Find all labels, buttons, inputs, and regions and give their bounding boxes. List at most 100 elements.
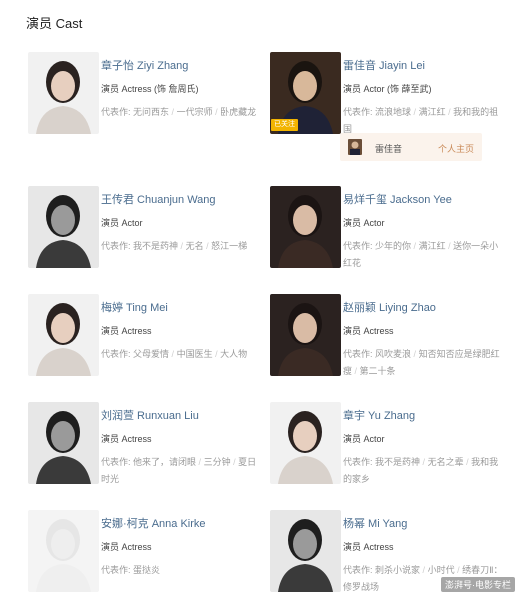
cast-works: 代表作: 风吹麦浪 / 知否知否应是绿肥红瘦 / 第二十条 bbox=[343, 346, 503, 380]
cast-photo[interactable] bbox=[28, 186, 99, 268]
work-link[interactable]: 满江红 bbox=[419, 241, 446, 251]
cast-role: 演员 Actress bbox=[101, 542, 152, 552]
work-link[interactable]: 大人物 bbox=[220, 349, 247, 359]
follow-badge: 已关注 bbox=[271, 119, 298, 131]
works-label: 代表作: bbox=[101, 107, 131, 117]
works-label: 代表作: bbox=[343, 349, 373, 359]
cast-card[interactable]: 章子怡 Ziyi Zhang 演员 Actress (饰 詹周氏) 代表作: 无问西… bbox=[28, 52, 278, 152]
works-separator: / bbox=[196, 457, 204, 467]
cast-role: 演员 Actress (饰 詹周氏) bbox=[101, 84, 199, 94]
work-link[interactable]: 刺杀小说家 bbox=[375, 565, 420, 575]
work-link[interactable]: 满江红 bbox=[419, 107, 446, 117]
works-separator: / bbox=[169, 107, 177, 117]
cast-name-link[interactable]: 安娜·柯克 Anna Kirke bbox=[101, 515, 261, 531]
cast-card[interactable]: 刘润萱 Runxuan Liu 演员 Actress 代表作: 他来了，请闭眼 / … bbox=[28, 402, 278, 502]
cast-role: 演员 Actress bbox=[101, 326, 152, 336]
work-link[interactable]: 中国医生 bbox=[177, 349, 213, 359]
works-separator: / bbox=[463, 457, 472, 467]
cast-card[interactable]: 梅婷 Ting Mei 演员 Actress 代表作: 父母爱情 / 中国医生 / … bbox=[28, 294, 278, 394]
cast-photo[interactable]: 已关注 bbox=[270, 52, 341, 134]
works-label: 代表作: bbox=[101, 565, 131, 575]
cast-name-link[interactable]: 易烊千玺 Jackson Yee bbox=[343, 191, 503, 207]
cast-photo[interactable] bbox=[270, 510, 341, 592]
work-link[interactable]: 蛋挞炎 bbox=[133, 565, 160, 575]
works-separator: / bbox=[169, 349, 177, 359]
works-label: 代表作: bbox=[101, 349, 131, 359]
cast-photo[interactable] bbox=[270, 186, 341, 268]
cast-name-link[interactable]: 章子怡 Ziyi Zhang bbox=[101, 57, 261, 73]
cast-card[interactable]: 易烊千玺 Jackson Yee 演员 Actor 代表作: 少年的你 / 满江红 … bbox=[270, 186, 520, 286]
cast-works: 代表作: 父母爱情 / 中国医生 / 大人物 bbox=[101, 346, 261, 363]
works-separator: / bbox=[420, 565, 428, 575]
cast-photo[interactable] bbox=[28, 510, 99, 592]
work-link[interactable]: 他来了，请闭眼 bbox=[133, 457, 196, 467]
cast-photo[interactable] bbox=[28, 402, 99, 484]
work-link[interactable]: 小时代 bbox=[428, 565, 455, 575]
related-name: 雷佳音 bbox=[375, 144, 403, 154]
works-separator: / bbox=[411, 107, 419, 117]
works-separator: / bbox=[352, 366, 360, 376]
work-link[interactable]: 三分钟 bbox=[204, 457, 231, 467]
works-label: 代表作: bbox=[101, 457, 131, 467]
work-link[interactable]: 少年的你 bbox=[375, 241, 411, 251]
cast-works: 代表作: 我不是药神 / 无名之辈 / 我和我的家乡 bbox=[343, 454, 503, 488]
work-link[interactable]: 流浪地球 bbox=[375, 107, 411, 117]
cast-role: 演员 Actor bbox=[343, 218, 385, 228]
cast-works: 代表作: 我不是药神 / 无名 / 怒江一梯 bbox=[101, 238, 261, 255]
works-separator: / bbox=[212, 107, 221, 117]
work-link[interactable]: 我不是药神 bbox=[133, 241, 178, 251]
work-link[interactable]: 第二十条 bbox=[360, 366, 396, 376]
cast-works: 代表作: 他来了，请闭眼 / 三分钟 / 夏日时光 bbox=[101, 454, 261, 488]
cast-photo[interactable] bbox=[28, 294, 99, 376]
works-separator: / bbox=[203, 241, 212, 251]
work-link[interactable]: 我不是药神 bbox=[375, 457, 420, 467]
works-separator: / bbox=[445, 241, 454, 251]
cast-works: 代表作: 蛋挞炎 bbox=[101, 562, 261, 579]
works-label: 代表作: bbox=[343, 241, 373, 251]
work-link[interactable]: 怒江一梯 bbox=[211, 241, 247, 251]
works-label: 代表作: bbox=[343, 107, 373, 117]
cast-photo[interactable] bbox=[28, 52, 99, 134]
cast-photo[interactable] bbox=[270, 402, 341, 484]
works-separator: / bbox=[212, 349, 221, 359]
section-title: 演员 Cast bbox=[26, 16, 83, 31]
related-avatar bbox=[348, 139, 362, 155]
works-separator: / bbox=[454, 565, 463, 575]
works-separator: / bbox=[445, 107, 454, 117]
cast-photo[interactable] bbox=[270, 294, 341, 376]
related-card[interactable]: 雷佳音 个人主页 bbox=[340, 133, 482, 161]
personal-homepage-link[interactable]: 个人主页 bbox=[438, 142, 474, 155]
cast-role: 演员 Actress bbox=[101, 434, 152, 444]
cast-role: 演员 Actress bbox=[343, 542, 394, 552]
cast-card[interactable]: 章宇 Yu Zhang 演员 Actor 代表作: 我不是药神 / 无名之辈 / 我… bbox=[270, 402, 520, 502]
work-link[interactable]: 父母爱情 bbox=[133, 349, 169, 359]
cast-name-link[interactable]: 刘润萱 Runxuan Liu bbox=[101, 407, 261, 423]
cast-name-link[interactable]: 王传君 Chuanjun Wang bbox=[101, 191, 261, 207]
work-link[interactable]: 卧虎藏龙 bbox=[220, 107, 256, 117]
work-link[interactable]: 一代宗师 bbox=[177, 107, 213, 117]
cast-card[interactable]: 安娜·柯克 Anna Kirke 演员 Actress 代表作: 蛋挞炎 bbox=[28, 510, 278, 610]
cast-card[interactable]: 赵丽颖 Liying Zhao 演员 Actress 代表作: 风吹麦浪 / 知否知… bbox=[270, 294, 520, 394]
works-label: 代表作: bbox=[101, 241, 131, 251]
work-link[interactable]: 无名 bbox=[186, 241, 204, 251]
works-separator: / bbox=[420, 457, 428, 467]
cast-role: 演员 Actor (饰 薛至武) bbox=[343, 84, 432, 94]
cast-name-link[interactable]: 赵丽颖 Liying Zhao bbox=[343, 299, 503, 315]
cast-name-link[interactable]: 梅婷 Ting Mei bbox=[101, 299, 261, 315]
cast-card[interactable]: 王传君 Chuanjun Wang 演员 Actor 代表作: 我不是药神 / 无名… bbox=[28, 186, 278, 286]
works-separator: / bbox=[411, 349, 419, 359]
works-separator: / bbox=[230, 457, 239, 467]
cast-name-link[interactable]: 雷佳音 Jiayin Lei bbox=[343, 57, 503, 73]
cast-role: 演员 Actor bbox=[343, 434, 385, 444]
cast-card[interactable]: 杨幂 Mi Yang 演员 Actress 代表作: 刺杀小说家 / 小时代 / 绣… bbox=[270, 510, 520, 610]
cast-works: 代表作: 少年的你 / 满江红 / 送你一朵小红花 bbox=[343, 238, 503, 272]
cast-name-link[interactable]: 章宇 Yu Zhang bbox=[343, 407, 503, 423]
works-label: 代表作: bbox=[343, 457, 373, 467]
works-separator: / bbox=[178, 241, 186, 251]
works-label: 代表作: bbox=[343, 565, 373, 575]
cast-name-link[interactable]: 杨幂 Mi Yang bbox=[343, 515, 503, 531]
work-link[interactable]: 风吹麦浪 bbox=[375, 349, 411, 359]
work-link[interactable]: 无名之辈 bbox=[428, 457, 464, 467]
works-separator: / bbox=[411, 241, 419, 251]
work-link[interactable]: 无问西东 bbox=[133, 107, 169, 117]
